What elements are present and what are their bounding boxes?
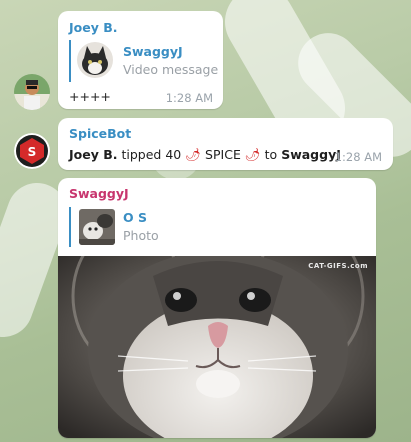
message-bubble[interactable]: SpiceBot Joey B. tipped 40 🌶 SPICE 🌶 to …: [58, 118, 393, 170]
message-sender[interactable]: SpiceBot: [69, 126, 131, 141]
pepper-icon: 🌶: [185, 147, 202, 162]
pepper-icon: 🌶: [244, 147, 261, 162]
reply-preview[interactable]: O S Photo: [69, 207, 271, 247]
reply-preview[interactable]: SwaggyJ Video message: [69, 40, 219, 82]
photo-thumbnail: [79, 209, 115, 245]
media-image[interactable]: CAT-GIFS.com: [58, 256, 376, 438]
text-segment: SPICE: [201, 147, 245, 162]
text-segment: to: [260, 147, 282, 162]
avatar-joey[interactable]: [14, 74, 50, 110]
reply-name: O S: [123, 210, 147, 225]
message-time: 1:28 AM: [334, 150, 382, 164]
media-watermark: CAT-GIFS.com: [308, 262, 368, 270]
mention-actor: Joey B.: [69, 147, 118, 162]
reply-subtitle: Video message: [123, 62, 219, 77]
message-text: Joey B. tipped 40 🌶 SPICE 🌶 to SwaggyJ: [69, 147, 341, 163]
message-bubble[interactable]: SwaggyJ O S Photo CAT-GIFS.com: [58, 178, 376, 438]
message-time: 1:28 AM: [165, 91, 213, 105]
mention-target: SwaggyJ: [281, 147, 341, 162]
message-sender[interactable]: SwaggyJ: [69, 186, 129, 201]
video-thumbnail: [77, 42, 113, 78]
text-segment: tipped 40: [117, 147, 186, 162]
message-bubble[interactable]: Joey B. SwaggyJ Video message ++++ 1:28 …: [58, 11, 223, 109]
message-sender[interactable]: Joey B.: [69, 20, 118, 35]
avatar-spicebot[interactable]: S: [14, 133, 50, 169]
reply-subtitle: Photo: [123, 228, 159, 243]
svg-text:S: S: [28, 145, 37, 159]
message-text: ++++: [69, 89, 111, 104]
reply-name: SwaggyJ: [123, 44, 183, 59]
